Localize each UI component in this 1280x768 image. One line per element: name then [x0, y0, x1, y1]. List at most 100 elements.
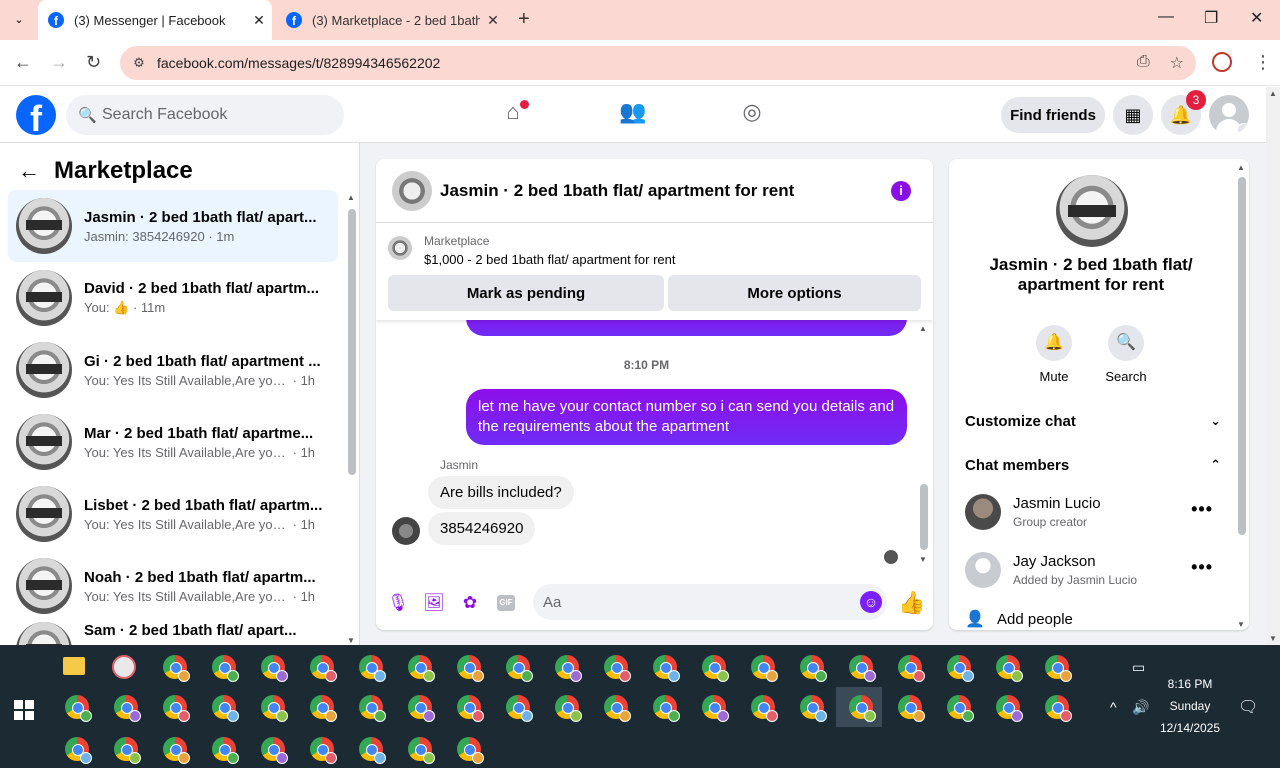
chrome-profile-icon[interactable] — [604, 695, 631, 722]
chrome-profile-icon[interactable] — [849, 655, 876, 682]
tab-search-dropdown-icon[interactable]: ⌄ — [8, 10, 30, 30]
chrome-profile-icon[interactable] — [1045, 695, 1072, 722]
chrome-profile-icon[interactable] — [359, 695, 386, 722]
listing-title[interactable]: $1,000 - 2 bed 1bath flat/ apartment for… — [424, 252, 676, 267]
conversation-item[interactable]: Gi · 2 bed 1bath flat/ apartment ... You… — [8, 334, 338, 406]
browser-menu-icon[interactable]: ⋮ — [1254, 52, 1272, 73]
emoji-icon[interactable]: ☺ — [860, 591, 882, 613]
notification-center-icon[interactable]: 🗨 — [1238, 697, 1258, 717]
chrome-profile-icon[interactable] — [212, 737, 239, 764]
clock-time[interactable]: 8:16 PM — [1160, 677, 1220, 691]
clock-day[interactable]: Sunday — [1160, 699, 1220, 713]
groups-icon[interactable]: ◎ — [737, 99, 767, 129]
customize-chat-section[interactable]: Customize chat ⌄ — [965, 413, 1221, 430]
more-options-icon[interactable]: ••• — [1191, 499, 1213, 520]
outgoing-message[interactable]: let me have your contact number so i can… — [466, 389, 907, 445]
chrome-profile-icon[interactable] — [800, 695, 827, 722]
windows-start-icon[interactable] — [14, 700, 34, 720]
menu-grid-icon[interactable]: ▦ — [1113, 95, 1153, 135]
member-row[interactable]: Jasmin Lucio Group creator ••• — [965, 493, 1221, 533]
chrome-profile-icon[interactable] — [947, 695, 974, 722]
chrome-profile-icon[interactable] — [408, 695, 435, 722]
bookmark-star-icon[interactable]: ☆ — [1170, 53, 1184, 73]
file-explorer-icon[interactable] — [63, 657, 85, 675]
sticker-icon[interactable]: ✿ — [459, 592, 481, 614]
tab-marketplace[interactable]: f (3) Marketplace - 2 bed 1bath f ✕ — [280, 0, 506, 40]
chat-title[interactable]: Jasmin · 2 bed 1bath flat/ apartment for… — [440, 181, 794, 201]
chrome-profile-icon[interactable] — [653, 655, 680, 682]
chrome-profile-icon[interactable] — [555, 695, 582, 722]
back-icon[interactable]: ← — [14, 52, 32, 73]
chrome-profile-icon[interactable] — [506, 655, 533, 682]
search-input[interactable] — [102, 106, 322, 124]
chrome-profile-icon[interactable] — [604, 655, 631, 682]
chrome-profile-icon[interactable] — [65, 695, 92, 722]
conversation-item[interactable]: Noah · 2 bed 1bath flat/ apartm... You: … — [8, 550, 338, 622]
close-tab-icon[interactable]: ✕ — [246, 12, 272, 29]
incoming-message[interactable]: Are bills included? — [428, 476, 574, 509]
find-friends-button[interactable]: Find friends — [1001, 97, 1105, 133]
chrome-profile-icon[interactable] — [800, 655, 827, 682]
reload-icon[interactable]: ↻ — [86, 52, 101, 73]
profile-icon[interactable] — [1212, 52, 1232, 72]
chrome-profile-icon[interactable] — [359, 737, 386, 764]
chrome-profile-icon[interactable] — [261, 655, 288, 682]
chrome-profile-icon[interactable] — [506, 695, 533, 722]
chrome-profile-icon[interactable] — [849, 695, 876, 722]
chrome-profile-icon[interactable] — [408, 737, 435, 764]
paint-app-icon[interactable] — [112, 655, 136, 679]
microphone-icon[interactable]: 🎙 — [387, 592, 409, 614]
chrome-profile-icon[interactable] — [1045, 655, 1072, 682]
page-scrollbar[interactable]: ▲ ▼ — [1266, 87, 1280, 645]
search-bar[interactable]: 🔍 — [66, 95, 344, 135]
mark-as-pending-button[interactable]: Mark as pending — [388, 275, 664, 311]
chrome-profile-icon[interactable] — [751, 655, 778, 682]
friends-icon[interactable]: 👥 — [618, 99, 648, 129]
close-window-icon[interactable]: ✕ — [1250, 8, 1263, 28]
chrome-profile-icon[interactable] — [408, 655, 435, 682]
search-in-chat-button[interactable]: 🔍 Search — [1091, 325, 1161, 384]
member-row[interactable]: Jay Jackson Added by Jasmin Lucio ••• — [965, 551, 1221, 591]
chrome-profile-icon[interactable] — [947, 655, 974, 682]
message-input[interactable] — [533, 584, 887, 620]
facebook-logo-icon[interactable]: f — [16, 95, 56, 135]
conversation-list-scrollbar[interactable]: ▲ ▼ — [344, 193, 358, 645]
gif-icon[interactable]: GIF — [497, 595, 515, 611]
chrome-profile-icon[interactable] — [359, 655, 386, 682]
chrome-profile-icon[interactable] — [898, 655, 925, 682]
chrome-profile-icon[interactable] — [163, 737, 190, 764]
clock-date[interactable]: 12/14/2025 — [1156, 721, 1224, 735]
forward-icon[interactable]: → — [50, 52, 68, 73]
chrome-profile-icon[interactable] — [996, 655, 1023, 682]
chrome-profile-icon[interactable] — [702, 695, 729, 722]
back-arrow-icon[interactable]: ← — [18, 158, 40, 184]
more-options-icon[interactable]: ••• — [1191, 557, 1213, 578]
chrome-profile-icon[interactable] — [310, 655, 337, 682]
chat-details-avatar[interactable] — [1056, 175, 1128, 247]
chrome-profile-icon[interactable] — [114, 695, 141, 722]
chrome-profile-icon[interactable] — [212, 655, 239, 682]
add-people-button[interactable]: 👤 Add people — [965, 609, 1073, 629]
desktop-icon[interactable]: ▭ — [1132, 659, 1145, 676]
chat-members-section[interactable]: Chat members ⌃ — [965, 457, 1221, 474]
show-hidden-icons-icon[interactable]: ^ — [1110, 699, 1117, 715]
new-tab-icon[interactable]: + — [518, 8, 530, 31]
chrome-profile-icon[interactable] — [457, 655, 484, 682]
chrome-profile-icon[interactable] — [996, 695, 1023, 722]
chrome-profile-icon[interactable] — [114, 737, 141, 764]
minimize-icon[interactable]: — — [1158, 8, 1174, 26]
conversation-item[interactable]: David · 2 bed 1bath flat/ apartm... You:… — [8, 262, 338, 334]
chrome-profile-icon[interactable] — [212, 695, 239, 722]
site-info-icon[interactable]: ⚙ — [124, 55, 154, 71]
chrome-profile-icon[interactable] — [702, 655, 729, 682]
chat-avatar[interactable] — [392, 170, 432, 211]
chrome-profile-icon[interactable] — [65, 737, 92, 764]
volume-icon[interactable]: 🔊 — [1132, 699, 1149, 716]
chrome-profile-icon[interactable] — [653, 695, 680, 722]
chrome-profile-icon[interactable] — [310, 695, 337, 722]
mute-button[interactable]: 🔔 Mute — [1019, 325, 1089, 384]
restore-icon[interactable]: ❐ — [1204, 8, 1218, 28]
details-scrollbar[interactable]: ▲ ▼ — [1234, 163, 1248, 629]
info-icon[interactable]: i — [891, 181, 911, 201]
conversation-item[interactable]: Lisbet · 2 bed 1bath flat/ apartm... You… — [8, 478, 338, 550]
